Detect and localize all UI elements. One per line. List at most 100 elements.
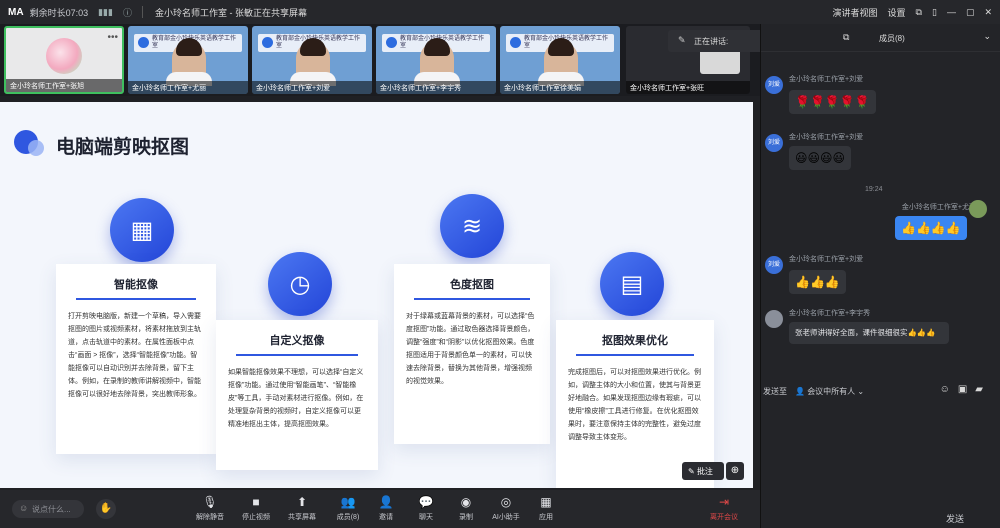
card-title: 自定义抠像 [269, 335, 325, 347]
tool-label: 邀请 [379, 514, 393, 521]
annotate-button[interactable]: ✎ 批注 [682, 462, 724, 480]
microphone-icon: 🎙 [202, 495, 218, 509]
bottom-toolbar: 说点什么... ✋ 🎙 解除静音 ■ 停止视频 ⬆ 共享屏幕 👥 成员(8) 👤 邀请 💬… [0, 490, 760, 528]
card-title: 抠图效果优化 [602, 335, 668, 347]
tool-label: 共享屏幕 [288, 514, 316, 521]
sidebar-icon[interactable]: ▯ [932, 7, 937, 18]
card-divider [576, 354, 694, 356]
info-icon[interactable]: ⓘ [123, 6, 132, 19]
chevron-down-icon[interactable]: ⌄ [983, 31, 991, 42]
slide-logo [14, 130, 48, 158]
participant-name: 金小玲名师工作室+张旭 [6, 79, 122, 92]
send-to-select[interactable]: 👤 会议中所有人 ⌄ [795, 386, 864, 397]
card-description: 打开剪映电脑版，新建一个草稿，导入需要抠图的图片或视频素材，将素材拖放到主轨道，… [68, 313, 201, 398]
message-sender: 金小玲名师工作室+李宇秀 [789, 310, 871, 317]
message-bubble: 张老师讲得好全面，课件很细很实👍👍👍 [789, 322, 949, 344]
slide-title: 电脑端剪映抠图 [56, 137, 190, 158]
card-description: 如果智能抠像效果不理想，可以选择“自定义抠像”功能。通过使用“智能画笔”、“智能… [228, 369, 364, 428]
participant-video [166, 38, 212, 86]
avatar: 刘爱 [765, 134, 783, 152]
invite-icon: 👤 [378, 495, 394, 509]
minimize-icon[interactable]: — [947, 7, 956, 17]
apps-button[interactable]: ▦ 应用 [526, 494, 566, 522]
chat-timestamp: 19:24 [865, 186, 883, 193]
avatar: 刘爱 [765, 256, 783, 274]
grid-icon: ▦ [540, 495, 552, 509]
message-sender: 金小玲名师工作室+刘爱 [789, 76, 864, 83]
feature-card: 色度抠图 对于绿幕或蓝幕背景的素材，可以选择“色度抠图”功能。通过取色器选择背景… [394, 264, 550, 444]
chat-quick-input[interactable]: 说点什么... [12, 500, 84, 518]
window-controls: 演讲者视图 设置 ⧉ ▯ — ▢ ✕ [833, 6, 992, 19]
settings-button[interactable]: 设置 [888, 6, 906, 19]
tool-label: 应用 [539, 514, 553, 521]
stop-video-button[interactable]: ■ 停止视频 [236, 494, 276, 522]
tool-label: AI小助手 [492, 514, 520, 521]
exit-icon: ⇥ [718, 495, 730, 509]
annotate-label: 批注 [696, 467, 713, 476]
members-icon: 👥 [340, 495, 356, 509]
participant-tile[interactable]: 教育部金小玲快乐英语教学工作室 金小玲名师工作室徐美娟 [500, 26, 620, 94]
layers-icon: ≋ [440, 194, 504, 258]
maximize-icon[interactable]: ▢ [966, 7, 975, 18]
message-sender: 金小玲名师工作室+尤丽 [901, 204, 976, 211]
speaker-view-button[interactable]: 演讲者视图 [833, 6, 878, 19]
composer-tools: ☺▣▰ [940, 384, 991, 395]
message-bubble: 😃😃😃😃 [789, 146, 852, 170]
sharing-status[interactable]: 金小玲名师工作室 - 张敏正在共享屏幕 [155, 6, 307, 19]
members-button[interactable]: 👥 成员(8) [328, 494, 368, 522]
chat-panel: ⧉ 成员(8) ⌄ 刘爱 金小玲名师工作室+刘爱 🌹🌹🌹🌹🌹 刘爱 金小玲名师工… [760, 24, 1000, 528]
raise-hand-icon[interactable]: ✋ [96, 499, 116, 519]
signal-icon: ▮▮▮ [98, 6, 113, 17]
chat-panel-header: ⧉ 成员(8) ⌄ [761, 24, 1000, 52]
tool-label: 聊天 [419, 514, 433, 521]
shared-screen: 电脑端剪映抠图 ▦ 智能抠像 打开剪映电脑版，新建一个草稿，导入需要抠图的图片或… [0, 102, 753, 488]
share-icon: ⬆ [296, 495, 308, 509]
document-icon: ▤ [600, 252, 664, 316]
send-to-value: 会议中所有人 [807, 387, 856, 396]
participant-strip: ‹ ••• 金小玲名师工作室+张旭 教育部金小玲快乐英语教学工作室 金小玲名师工… [0, 24, 760, 96]
clock-icon: ◷ [268, 252, 332, 316]
card-title: 色度抠图 [450, 279, 494, 291]
tool-label: 成员(8) [336, 514, 360, 521]
leave-meeting-button[interactable]: ⇥ 离开会议 [704, 494, 744, 522]
folder-icon[interactable]: ▰ [975, 384, 991, 395]
more-icon[interactable]: ••• [107, 32, 118, 43]
message-bubble: 🌹🌹🌹🌹🌹 [789, 90, 876, 114]
participant-tile[interactable]: 教育部金小玲快乐英语教学工作室 金小玲名师工作室+尤丽 [128, 26, 248, 94]
card-divider [236, 354, 358, 356]
participant-name: 金小玲名师工作室+李宇秀 [376, 81, 496, 94]
participant-tile[interactable]: ••• 金小玲名师工作室+张旭 [4, 26, 124, 94]
app-logo: MA [8, 6, 24, 18]
members-tab[interactable]: 成员(8) [879, 33, 905, 44]
feature-card: 智能抠像 打开剪映电脑版，新建一个草稿，导入需要抠图的图片或视频素材，将素材拖放… [56, 264, 216, 454]
share-screen-button[interactable]: ⬆ 共享屏幕 [282, 494, 322, 522]
send-to-label: 发送至 [763, 387, 787, 396]
emoji-icon[interactable]: ☺ [940, 384, 958, 395]
ai-assistant-button[interactable]: ◎ AI小助手 [486, 494, 526, 522]
participant-name: 金小玲名师工作室+张旺 [626, 81, 750, 94]
participant-name: 金小玲名师工作室徐美娟 [500, 81, 620, 94]
participant-tile[interactable]: 教育部金小玲快乐英语教学工作室 金小玲名师工作室+李宇秀 [376, 26, 496, 94]
meeting-app: MA 剩余时长07:03 ▮▮▮ ⓘ 金小玲名师工作室 - 张敏正在共享屏幕 演… [0, 0, 1000, 528]
message-bubble: 👍👍👍 [789, 270, 846, 294]
image-icon[interactable]: ▣ [958, 384, 975, 395]
chat-button[interactable]: 💬 聊天 [406, 494, 446, 522]
zoom-icon[interactable]: ⊕ [726, 462, 744, 480]
layout-icon[interactable]: ⧉ [916, 7, 922, 18]
close-icon[interactable]: ✕ [984, 7, 992, 18]
card-description: 对于绿幕或蓝幕背景的素材，可以选择“色度抠图”功能。通过取色器选择背景颜色，调整… [406, 313, 535, 385]
unmute-button[interactable]: 🎙 解除静音 [190, 494, 230, 522]
avatar [969, 200, 987, 218]
divider [141, 6, 143, 18]
invite-button[interactable]: 👤 邀请 [366, 494, 406, 522]
participant-tile[interactable]: 教育部金小玲快乐英语教学工作室 金小玲名师工作室+刘爱 [252, 26, 372, 94]
message-input[interactable] [761, 404, 1000, 514]
message-sender: 金小玲名师工作室+刘爱 [789, 256, 864, 263]
record-button[interactable]: ◉ 录制 [446, 494, 486, 522]
remaining-time: 剩余时长07:03 [29, 7, 89, 18]
send-button[interactable]: 发送 [946, 512, 964, 525]
participant-name: 金小玲名师工作室+尤丽 [128, 81, 248, 94]
ai-icon: ◎ [500, 495, 512, 509]
popout-icon[interactable]: ⧉ [843, 32, 849, 43]
participant-video [414, 38, 460, 86]
